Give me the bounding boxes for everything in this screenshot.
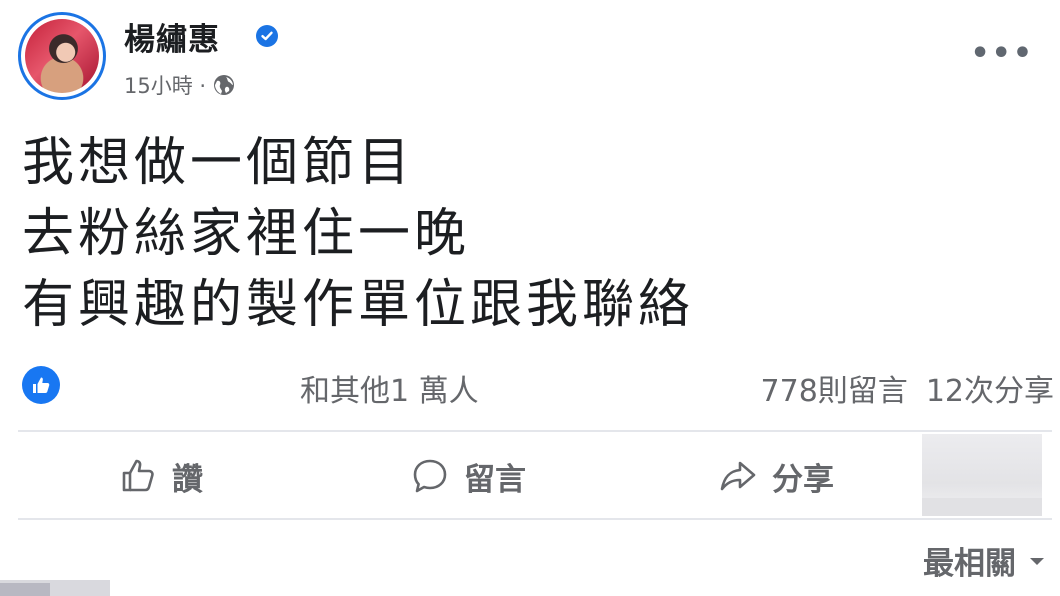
share-arrow-icon [720,461,756,491]
post-meta: 15小時 · [124,70,236,100]
avatar-image [25,19,99,93]
divider [18,518,1052,520]
comment-count[interactable]: 778則留言 [761,366,908,410]
dropdown-arrow-icon [1030,557,1044,565]
engagement-stats: 778則留言 12次分享 [761,366,1054,410]
post-line: 去粉絲家裡住一晚 [22,204,471,264]
like-reaction-icon[interactable] [22,366,60,404]
share-count[interactable]: 12次分享 [926,366,1054,410]
divider [18,430,1052,432]
like-button[interactable]: 讚 [118,450,203,502]
more-options-icon[interactable]: ••• [970,36,1034,71]
blurred-region [922,498,1042,516]
sort-label: 最相關 [923,546,1016,582]
reaction-summary[interactable]: 和其他1 萬人 [300,366,479,410]
share-button-label: 分享 [772,461,834,498]
globe-icon[interactable] [212,73,236,97]
thumbs-up-icon [122,459,154,492]
post-timestamp[interactable]: 15小時 · [124,70,206,100]
post-text: 我想做一個節目 去粉絲家裡住一晚 有興趣的製作單位跟我聯絡 [22,128,694,341]
share-button[interactable]: 分享 [718,450,834,502]
author-avatar[interactable] [18,12,106,100]
author-name[interactable]: 楊繡惠 [124,14,220,59]
post-line: 我想做一個節目 [22,133,415,193]
post-line: 有興趣的製作單位跟我聯絡 [22,275,695,335]
blurred-region [0,583,50,596]
comment-button-label: 留言 [464,461,526,498]
comment-button[interactable]: 留言 [410,450,526,502]
verified-badge-icon [256,25,278,47]
comment-sort-dropdown[interactable]: 最相關 [923,538,1046,583]
comment-bubble-icon [413,459,447,493]
like-button-label: 讚 [172,461,203,498]
